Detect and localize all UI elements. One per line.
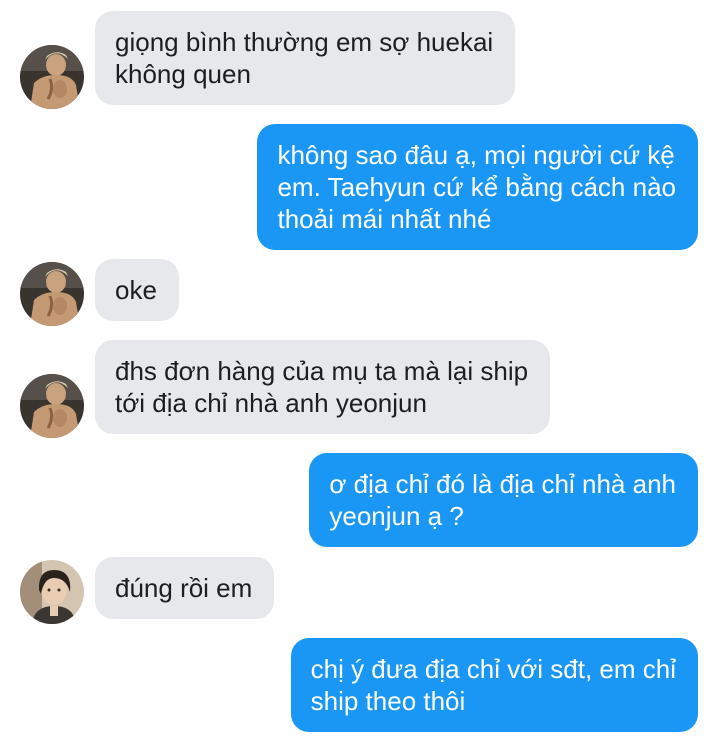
contact-avatar[interactable] bbox=[20, 262, 84, 326]
outgoing-message-bubble[interactable]: ơ địa chỉ đó là địa chỉ nhà anh yeonjun … bbox=[309, 453, 698, 547]
contact-avatar[interactable] bbox=[20, 374, 84, 438]
shirtless-man-avatar-icon bbox=[20, 45, 84, 109]
contact-avatar[interactable] bbox=[20, 45, 84, 109]
incoming-message-bubble[interactable]: đhs đơn hàng của mụ ta mà lại ship tới đ… bbox=[95, 340, 551, 434]
dark-haired-man-avatar-icon bbox=[20, 560, 84, 624]
shirtless-man-avatar-icon bbox=[20, 374, 84, 438]
incoming-message-bubble[interactable]: đúng rồi em bbox=[95, 557, 275, 619]
incoming-message-bubble[interactable]: oke bbox=[95, 259, 179, 321]
contact-avatar[interactable] bbox=[20, 560, 84, 624]
chat-screen: { "colors": { "incoming_bubble": "#e6e8e… bbox=[0, 0, 720, 741]
outgoing-message-bubble[interactable]: không sao đâu ạ, mọi người cứ kệ em. Tae… bbox=[257, 124, 698, 250]
outgoing-message-bubble[interactable]: chị ý đưa địa chỉ với sđt, em chỉ ship t… bbox=[290, 638, 698, 732]
incoming-message-bubble[interactable]: giọng bình thường em sợ huekai không que… bbox=[95, 11, 516, 105]
shirtless-man-avatar-icon bbox=[20, 262, 84, 326]
